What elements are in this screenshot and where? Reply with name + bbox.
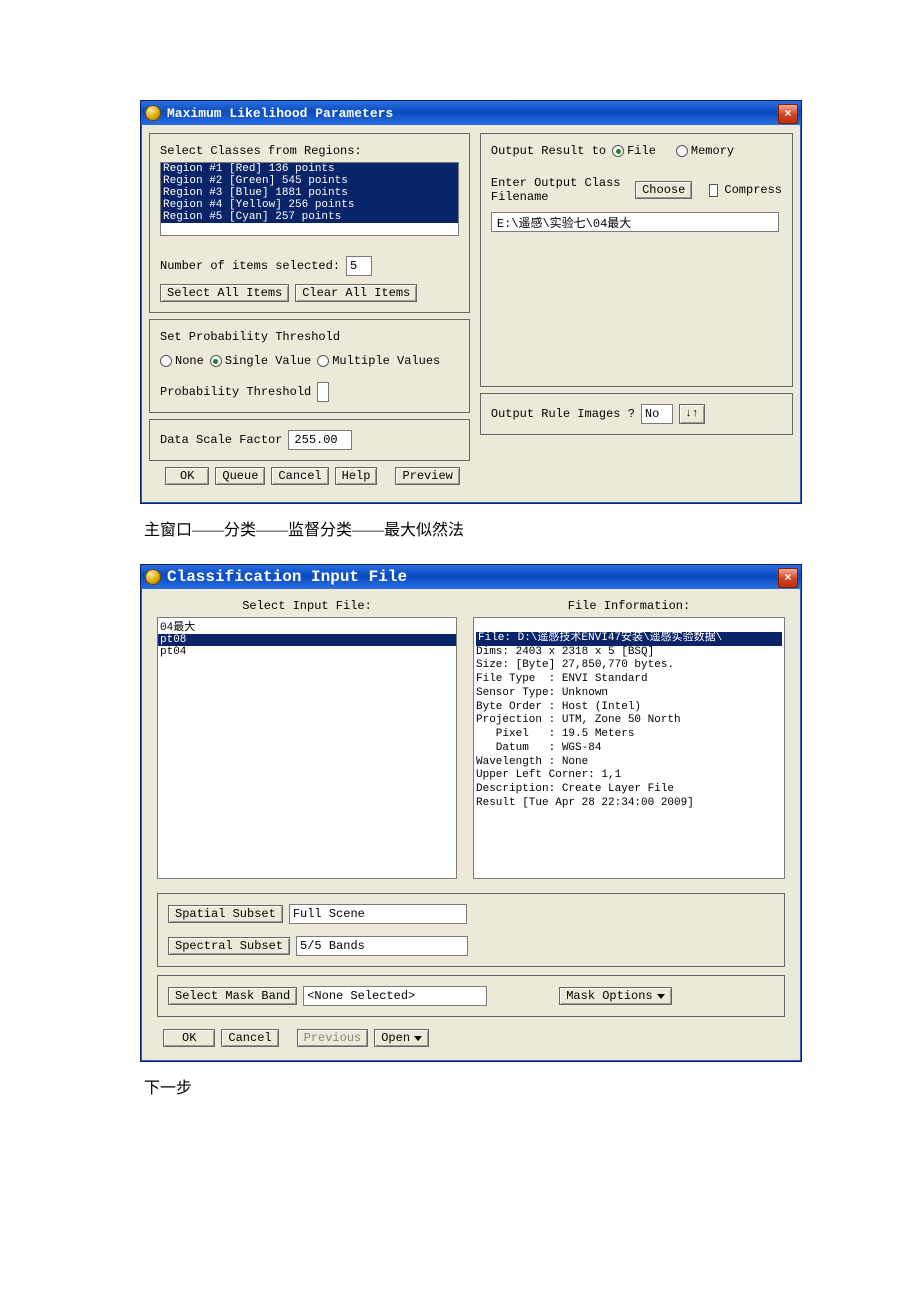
mask-band-value: <None Selected> (303, 986, 487, 1006)
enter-output-filename-label: Enter Output Class Filename (491, 176, 629, 204)
file-info-text: File: D:\遥感技术ENVI47安装\遥感实验数据\Dims: 2403 … (476, 618, 782, 838)
caption-text: 主窗口——分类——监督分类——最大似然法 (144, 516, 920, 540)
prob-threshold-input[interactable] (317, 382, 329, 402)
file-info-box: File: D:\遥感技术ENVI47安装\遥感实验数据\Dims: 2403 … (473, 617, 785, 879)
max-likelihood-dialog: Maximum Likelihood Parameters × Select C… (140, 100, 802, 504)
clear-all-button[interactable]: Clear All Items (295, 284, 417, 302)
data-scale-label: Data Scale Factor (160, 433, 282, 447)
list-item[interactable]: 04最大 (158, 618, 456, 634)
window-title: Maximum Likelihood Parameters (167, 106, 393, 121)
list-item[interactable]: Region #4 [Yellow] 256 points (161, 199, 458, 211)
help-button[interactable]: Help (335, 467, 378, 485)
data-scale-input[interactable] (288, 430, 352, 450)
select-input-file-label: Select Input File: (157, 599, 457, 613)
ok-button[interactable]: OK (165, 467, 209, 485)
set-prob-threshold-label: Set Probability Threshold (160, 330, 459, 344)
prob-threshold-label: Probability Threshold (160, 385, 311, 399)
list-item[interactable]: pt08 (158, 634, 456, 646)
window-title: Classification Input File (167, 568, 407, 586)
list-item[interactable]: pt04 (158, 646, 456, 658)
compress-label: Compress (724, 183, 782, 197)
previous-button: Previous (297, 1029, 369, 1047)
num-items-label: Number of items selected: (160, 259, 340, 273)
list-item[interactable]: Region #5 [Cyan] 257 points (161, 211, 458, 223)
app-icon (145, 105, 161, 121)
mask-options-button[interactable]: Mask Options (559, 987, 671, 1005)
select-all-button[interactable]: Select All Items (160, 284, 289, 302)
cancel-button[interactable]: Cancel (271, 467, 328, 485)
chevron-down-icon (414, 1036, 422, 1041)
radio-file[interactable]: File (612, 144, 656, 158)
select-classes-label: Select Classes from Regions: (160, 144, 459, 158)
regions-list[interactable]: Region #1 [Red] 136 points Region #2 [Gr… (160, 162, 459, 236)
radio-single-value[interactable]: Single Value (210, 354, 311, 368)
close-icon[interactable]: × (778, 568, 798, 588)
preview-button[interactable]: Preview (395, 467, 459, 485)
spectral-subset-button[interactable]: Spectral Subset (168, 937, 290, 955)
output-result-label: Output Result to (491, 144, 606, 158)
open-button[interactable]: Open (374, 1029, 429, 1047)
list-item[interactable]: Region #3 [Blue] 1881 points (161, 187, 458, 199)
radio-none[interactable]: None (160, 354, 204, 368)
rule-images-value: No (641, 404, 673, 424)
num-items-field: 5 (346, 256, 372, 276)
queue-button[interactable]: Queue (215, 467, 265, 485)
rule-images-toggle[interactable]: ↓↑ (679, 404, 705, 424)
output-rule-images-label: Output Rule Images ? (491, 407, 635, 421)
file-information-label: File Information: (473, 599, 785, 613)
spatial-subset-button[interactable]: Spatial Subset (168, 905, 283, 923)
list-item[interactable]: Region #2 [Green] 545 points (161, 175, 458, 187)
select-mask-band-button[interactable]: Select Mask Band (168, 987, 297, 1005)
compress-checkbox[interactable] (709, 184, 719, 197)
radio-multiple-values[interactable]: Multiple Values (317, 354, 440, 368)
chevron-down-icon (657, 994, 665, 999)
spectral-subset-value: 5/5 Bands (296, 936, 468, 956)
titlebar[interactable]: Classification Input File × (141, 565, 801, 589)
output-path-input[interactable] (491, 212, 779, 232)
list-item[interactable]: Region #1 [Red] 136 points (161, 163, 458, 175)
app-icon (145, 569, 161, 585)
spatial-subset-value: Full Scene (289, 904, 467, 924)
choose-button[interactable]: Choose (635, 181, 692, 199)
cancel-button[interactable]: Cancel (221, 1029, 278, 1047)
close-icon[interactable]: × (778, 104, 798, 124)
caption-text: 下一步 (144, 1074, 920, 1098)
radio-memory[interactable]: Memory (676, 144, 734, 158)
ok-button[interactable]: OK (163, 1029, 215, 1047)
classification-input-dialog: Classification Input File × Select Input… (140, 564, 802, 1062)
input-file-list[interactable]: 04最大 pt08 pt04 (157, 617, 457, 879)
titlebar[interactable]: Maximum Likelihood Parameters × (141, 101, 801, 125)
